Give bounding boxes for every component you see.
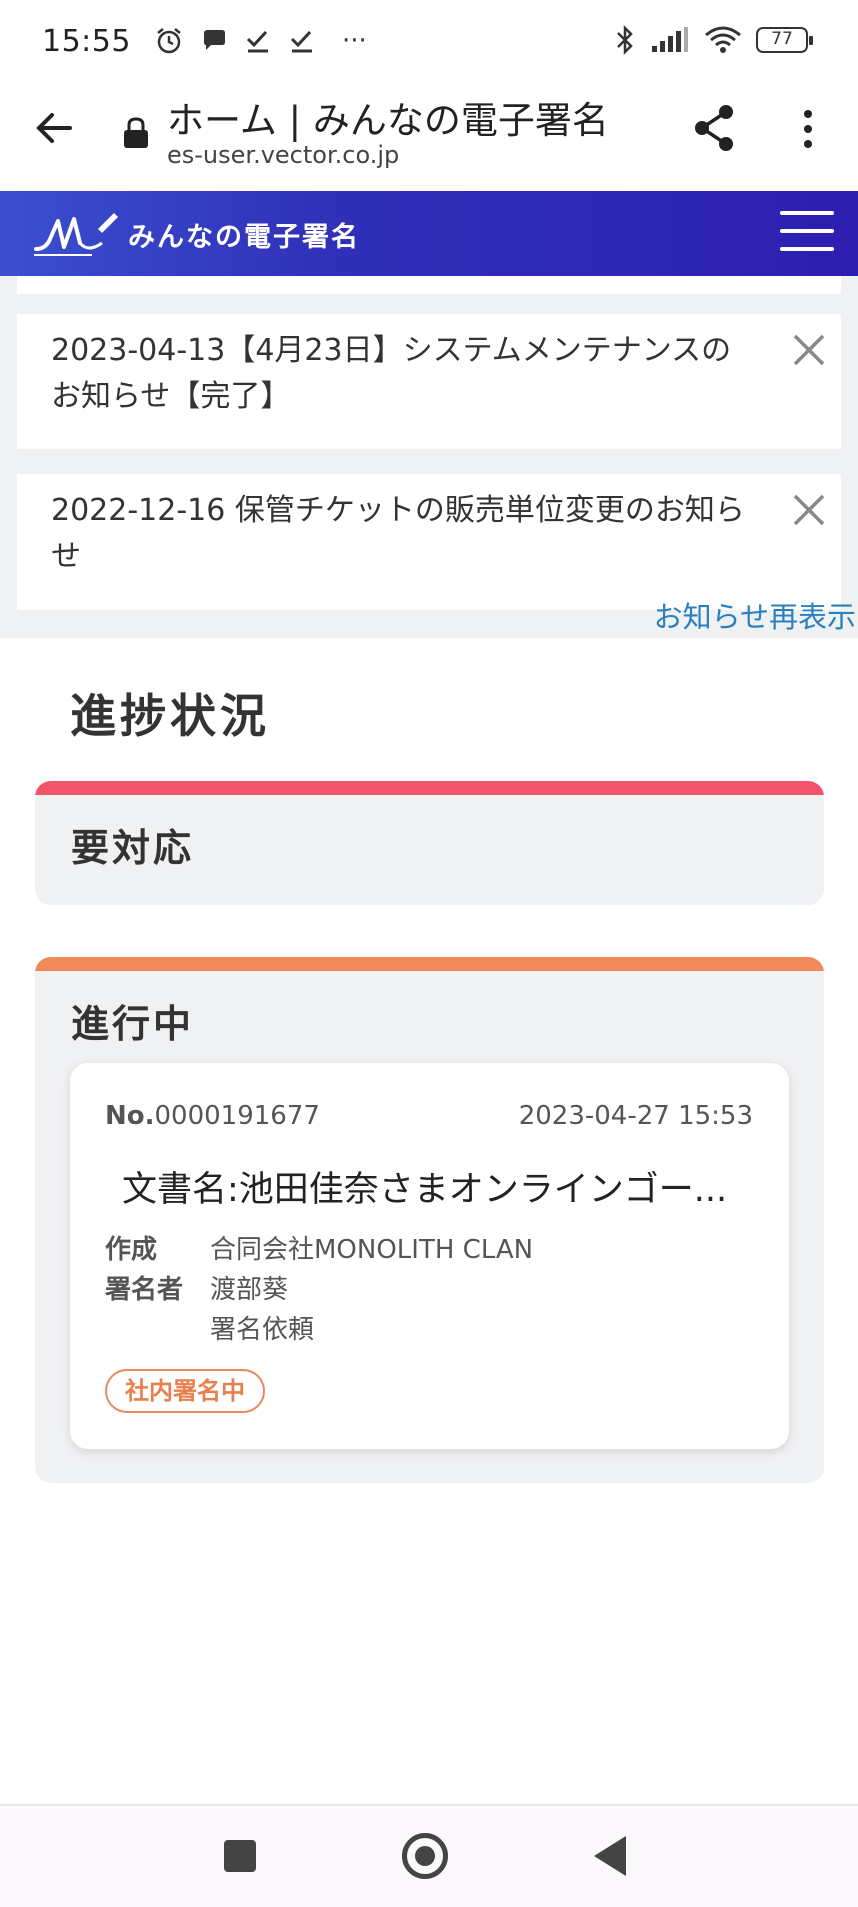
status-badge: 社内署名中 <box>105 1369 265 1413</box>
notice-text[interactable]: 2023-04-13【4月23日】システムメンテナンスのお知らせ【完了】 <box>51 328 761 420</box>
status-bar: 15:55 ··· 77 <box>0 0 858 86</box>
notice-partial <box>17 276 841 294</box>
signer-row: 署名者 渡部葵 <box>105 1269 288 1306</box>
panel-title: 要対応 <box>71 826 195 870</box>
creator-label: 作成 <box>105 1235 158 1265</box>
notice-redisplay-link[interactable]: お知らせ再表示 <box>654 594 856 636</box>
nav-back-icon[interactable] <box>594 1836 626 1876</box>
signal-icon <box>652 27 688 52</box>
signer-status: 署名依頼 <box>210 1315 315 1345</box>
signer-label: 署名者 <box>105 1275 184 1305</box>
action-required-panel[interactable]: 要対応 <box>35 781 824 905</box>
check-icon <box>246 30 268 53</box>
battery-icon: 77 <box>756 27 813 53</box>
page-title[interactable]: ホーム | みんなの電子署名 <box>167 90 609 144</box>
panel-accent-bar <box>35 957 824 971</box>
notices-section: 2023-04-13【4月23日】システムメンテナンスのお知らせ【完了】 202… <box>0 276 858 638</box>
notice-item[interactable]: 2022-12-16 保管チケットの販売単位変更のお知らせ <box>17 474 841 610</box>
more-options-icon[interactable] <box>790 106 826 152</box>
document-card[interactable]: No.0000191677 2023-04-27 15:53 文書名:池田佳奈さ… <box>70 1063 789 1449</box>
system-nav-bar <box>0 1806 858 1907</box>
bluetooth-icon <box>617 24 633 56</box>
lock-icon <box>124 117 148 148</box>
site-header: みんなの電子署名 <box>0 191 858 276</box>
document-name[interactable]: 文書名:池田佳奈さまオンラインゴー... <box>122 1161 727 1212</box>
document-number-value: 0000191677 <box>154 1101 320 1131</box>
chat-bubble-icon <box>204 30 225 50</box>
close-icon[interactable] <box>789 490 829 530</box>
status-time: 15:55 <box>42 24 131 59</box>
page-url[interactable]: es-user.vector.co.jp <box>167 141 399 169</box>
logo-text[interactable]: みんなの電子署名 <box>128 215 360 254</box>
home-icon[interactable] <box>402 1833 448 1879</box>
logo-icon[interactable] <box>32 209 120 259</box>
signer-status-row: 署名依頼 <box>105 1309 314 1346</box>
close-icon[interactable] <box>789 330 829 370</box>
creator-row: 作成 合同会社MONOLITH CLAN <box>105 1229 533 1266</box>
back-arrow-icon[interactable] <box>30 104 78 152</box>
alarm-icon <box>157 28 181 54</box>
notice-item[interactable]: 2023-04-13【4月23日】システムメンテナンスのお知らせ【完了】 <box>17 314 841 449</box>
more-notifications-icon: ··· <box>342 26 367 56</box>
signer-value: 渡部葵 <box>210 1275 289 1305</box>
creator-value: 合同会社MONOLITH CLAN <box>210 1235 534 1265</box>
wifi-icon <box>705 26 741 53</box>
browser-toolbar: ホーム | みんなの電子署名 es-user.vector.co.jp <box>0 86 858 191</box>
system-icons: 77 <box>614 24 813 56</box>
notice-text[interactable]: 2022-12-16 保管チケットの販売単位変更のお知らせ <box>51 488 761 580</box>
panel-accent-bar <box>35 781 824 795</box>
panel-title: 進行中 <box>71 1002 195 1046</box>
document-datetime: 2023-04-27 15:53 <box>518 1101 753 1131</box>
hamburger-menu-icon[interactable] <box>780 211 834 255</box>
recent-apps-icon[interactable] <box>224 1840 256 1872</box>
notification-icons: ··· <box>154 26 367 56</box>
check-icon <box>290 30 312 53</box>
section-title: 進捗状況 <box>70 689 270 743</box>
document-number-label: No. <box>105 1101 155 1131</box>
share-icon[interactable] <box>690 102 738 154</box>
document-number: No.0000191677 <box>105 1101 320 1131</box>
